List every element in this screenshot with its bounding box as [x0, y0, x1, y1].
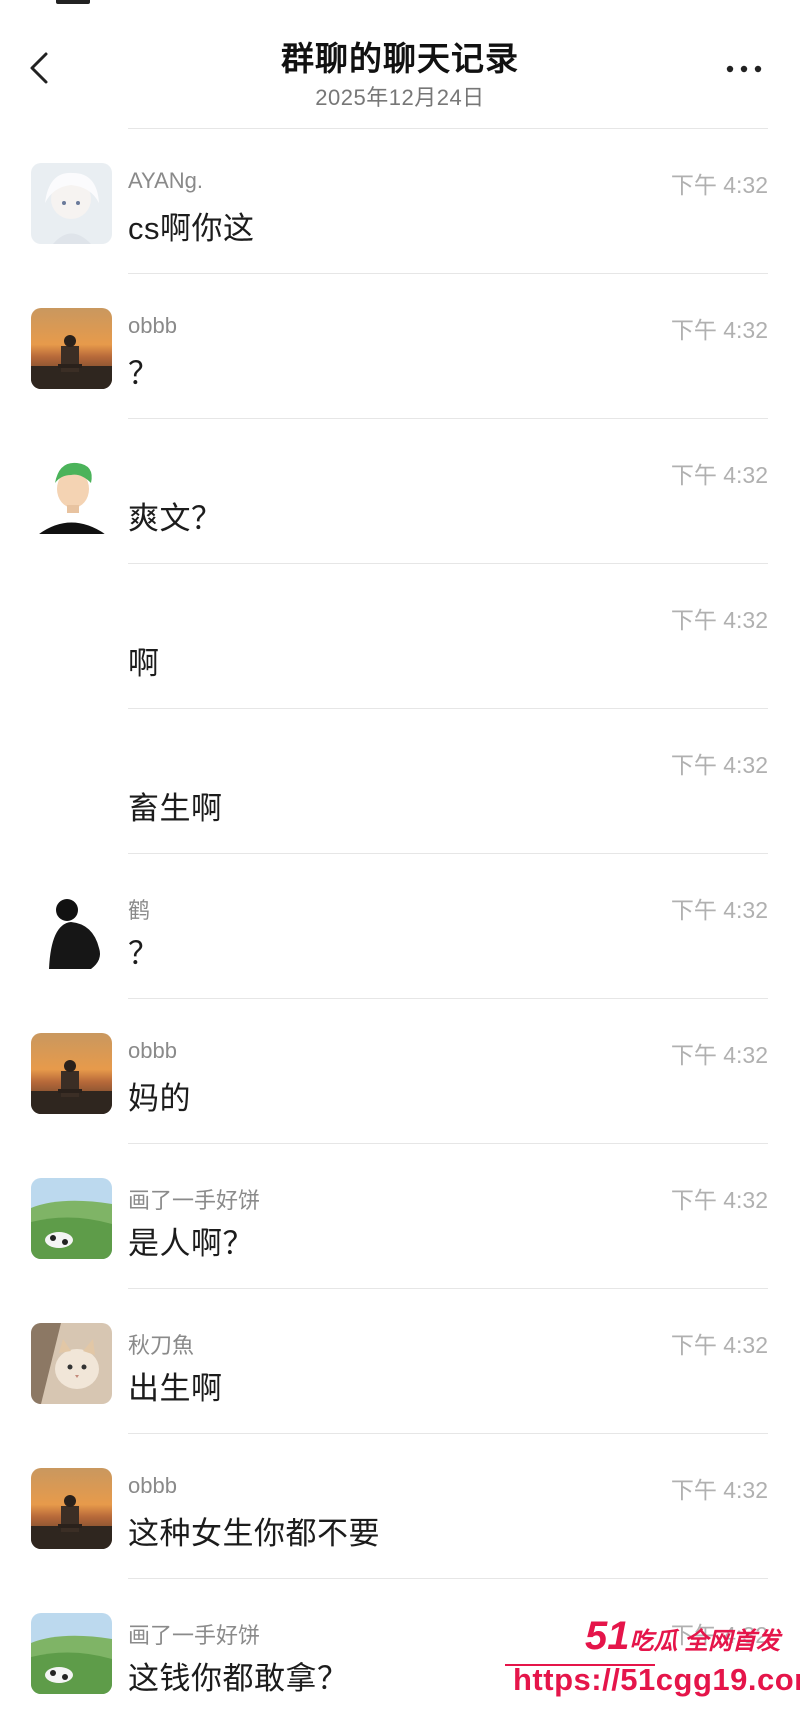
- sender-name: 画了一手好饼: [128, 1188, 261, 1213]
- message-time: 下午 4:32: [670, 1477, 768, 1503]
- message-item[interactable]: 下午 4:32 畜生啊: [0, 708, 800, 853]
- sender-name: obbb: [128, 313, 177, 338]
- message-time: 下午 4:32: [670, 607, 768, 633]
- message-text: 爽文？: [128, 501, 223, 536]
- message-time: 下午 4:32: [670, 1332, 768, 1358]
- message-item[interactable]: 下午 4:32 啊: [0, 563, 800, 708]
- sender-name: obbb: [128, 1473, 177, 1498]
- message-text: ？: [128, 936, 160, 971]
- avatar[interactable]: [31, 163, 112, 244]
- watermark-brand: 51吃瓜 全网首发: [585, 1614, 781, 1658]
- sender-name: obbb: [128, 1038, 177, 1063]
- message-item[interactable]: 鹤 下午 4:32 ？: [0, 853, 800, 998]
- message-time: 下午 4:32: [670, 462, 768, 488]
- message-time: 下午 4:32: [670, 1042, 768, 1068]
- message-text: 这种女生你都不要: [128, 1516, 380, 1551]
- sender-name: 鹤: [128, 898, 151, 923]
- more-horizontal-icon: [726, 65, 762, 73]
- message-item[interactable]: obbb 下午 4:32 这种女生你都不要: [0, 1433, 800, 1578]
- message-item[interactable]: obbb 下午 4:32 ？: [0, 273, 800, 418]
- watermark: 51吃瓜 全网首发 https://51cgg19.com: [505, 1612, 800, 1710]
- message-text: ？: [128, 356, 160, 391]
- message-time: 下午 4:32: [670, 752, 768, 778]
- message-item[interactable]: 画了一手好饼 下午 4:32 是人啊？: [0, 1143, 800, 1288]
- avatar[interactable]: [31, 1613, 112, 1694]
- avatar[interactable]: [31, 453, 112, 534]
- page-date: 2025年12月24日: [315, 85, 485, 110]
- avatar[interactable]: [31, 308, 112, 389]
- watermark-url: https://51cgg19.com: [513, 1662, 800, 1697]
- avatar[interactable]: [31, 1178, 112, 1259]
- header: 群聊的聊天记录 2025年12月24日: [0, 0, 800, 128]
- avatar[interactable]: [31, 1468, 112, 1549]
- message-text: 出生啊: [128, 1371, 223, 1406]
- more-options-button[interactable]: [720, 54, 768, 84]
- avatar[interactable]: [31, 1033, 112, 1114]
- message-text: 啊: [128, 646, 160, 681]
- message-time: 下午 4:32: [670, 172, 768, 198]
- message-text: 这钱你都敢拿？: [128, 1661, 349, 1696]
- message-time: 下午 4:32: [670, 897, 768, 923]
- message-item[interactable]: 秋刀魚 下午 4:32 出生啊: [0, 1288, 800, 1433]
- sender-name: 秋刀魚: [128, 1333, 195, 1358]
- avatar[interactable]: [31, 888, 112, 969]
- message-item[interactable]: 下午 4:32 爽文？: [0, 418, 800, 563]
- message-text: cs啊你这: [128, 211, 255, 246]
- message-item[interactable]: AYANg. 下午 4:32 cs啊你这: [0, 128, 800, 273]
- message-text: 是人啊？: [128, 1226, 254, 1261]
- message-text: 妈的: [128, 1081, 191, 1116]
- message-text: 畜生啊: [128, 791, 223, 826]
- sender-name: AYANg.: [128, 168, 203, 193]
- sender-name: 画了一手好饼: [128, 1623, 261, 1648]
- page-title: 群聊的聊天记录: [281, 40, 519, 77]
- message-item[interactable]: obbb 下午 4:32 妈的: [0, 998, 800, 1143]
- message-time: 下午 4:32: [670, 1187, 768, 1213]
- avatar[interactable]: [31, 1323, 112, 1404]
- message-list: AYANg. 下午 4:32 cs啊你这 obbb 下午 4:32 ？ 下午 4:32 爽文？…: [0, 128, 800, 1723]
- message-time: 下午 4:32: [670, 317, 768, 343]
